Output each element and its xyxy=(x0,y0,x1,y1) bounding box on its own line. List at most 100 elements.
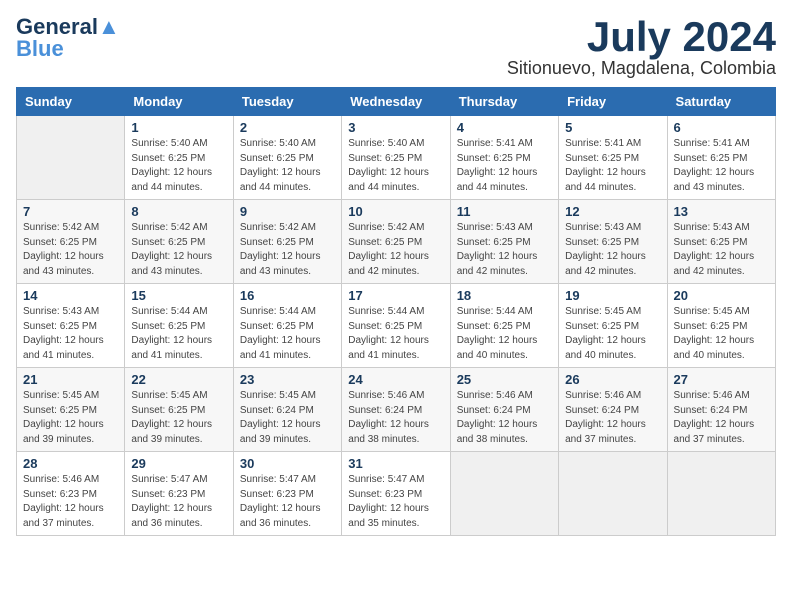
day-number: 5 xyxy=(565,120,660,135)
calendar-day-cell: 17Sunrise: 5:44 AMSunset: 6:25 PMDayligh… xyxy=(342,284,450,368)
calendar-day-cell: 23 Sunrise: 5:45 AMSunset: 6:24 PMDayligh… xyxy=(233,368,341,452)
day-info: Sunrise: 5:43 AMSunset: 6:25 PMDaylight:… xyxy=(23,305,118,363)
day-info: Sunrise: 5:47 AMSunset: 6:23 PMDaylight:… xyxy=(240,473,335,531)
calendar-day-cell: 27 Sunrise: 5:46 AMSunset: 6:24 PMDayligh… xyxy=(667,368,775,452)
weekday-header-row: SundayMondayTuesdayWednesdayThursdayFrid… xyxy=(17,88,776,116)
calendar-day-cell: 19Sunrise: 5:45 AMSunset: 6:25 PMDayligh… xyxy=(559,284,667,368)
calendar-day-cell: 6 Sunrise: 5:41 AMSunset: 6:25 PMDaylight… xyxy=(667,116,775,200)
day-number: 15 xyxy=(131,288,226,303)
weekday-header-wednesday: Wednesday xyxy=(342,88,450,116)
calendar-week-row: 21 Sunrise: 5:45 AMSunset: 6:25 PMDayligh… xyxy=(17,368,776,452)
day-info: Sunrise: 5:44 AMSunset: 6:25 PMDaylight:… xyxy=(240,305,335,363)
day-number: 6 xyxy=(674,120,769,135)
day-info: Sunrise: 5:45 AMSunset: 6:24 PMDaylight:… xyxy=(240,389,335,447)
day-number: 13 xyxy=(674,204,769,219)
day-number: 20 xyxy=(674,288,769,303)
calendar-day-cell: 22 Sunrise: 5:45 AMSunset: 6:25 PMDayligh… xyxy=(125,368,233,452)
day-info: Sunrise: 5:42 AMSunset: 6:25 PMDaylight:… xyxy=(240,221,335,279)
calendar-day-cell: 25 Sunrise: 5:46 AMSunset: 6:24 PMDayligh… xyxy=(450,368,558,452)
day-number: 27 xyxy=(674,372,769,387)
day-number: 21 xyxy=(23,372,118,387)
logo-blue-text: Blue xyxy=(16,36,64,61)
calendar-day-cell: 12 Sunrise: 5:43 AMSunset: 6:25 PMDayligh… xyxy=(559,200,667,284)
day-info: Sunrise: 5:40 AMSunset: 6:25 PMDaylight:… xyxy=(131,137,226,195)
calendar-week-row: 1 Sunrise: 5:40 AMSunset: 6:25 PMDaylight… xyxy=(17,116,776,200)
weekday-header-thursday: Thursday xyxy=(450,88,558,116)
calendar-day-cell: 24 Sunrise: 5:46 AMSunset: 6:24 PMDayligh… xyxy=(342,368,450,452)
calendar-table: SundayMondayTuesdayWednesdayThursdayFrid… xyxy=(16,87,776,536)
day-number: 2 xyxy=(240,120,335,135)
day-number: 7 xyxy=(23,204,118,219)
calendar-day-cell: 10Sunrise: 5:42 AMSunset: 6:25 PMDayligh… xyxy=(342,200,450,284)
calendar-week-row: 28 Sunrise: 5:46 AMSunset: 6:23 PMDayligh… xyxy=(17,452,776,536)
day-info: Sunrise: 5:43 AMSunset: 6:25 PMDaylight:… xyxy=(674,221,769,279)
day-number: 29 xyxy=(131,456,226,471)
day-info: Sunrise: 5:41 AMSunset: 6:25 PMDaylight:… xyxy=(457,137,552,195)
day-number: 18 xyxy=(457,288,552,303)
day-number: 17 xyxy=(348,288,443,303)
empty-day-cell xyxy=(559,452,667,536)
logo-blue: ▲ xyxy=(98,14,120,39)
day-number: 8 xyxy=(131,204,226,219)
calendar-day-cell: 3Sunrise: 5:40 AMSunset: 6:25 PMDaylight… xyxy=(342,116,450,200)
day-number: 4 xyxy=(457,120,552,135)
calendar-day-cell: 30 Sunrise: 5:47 AMSunset: 6:23 PMDayligh… xyxy=(233,452,341,536)
calendar-day-cell: 26Sunrise: 5:46 AMSunset: 6:24 PMDayligh… xyxy=(559,368,667,452)
empty-day-cell xyxy=(17,116,125,200)
day-info: Sunrise: 5:41 AMSunset: 6:25 PMDaylight:… xyxy=(674,137,769,195)
day-number: 16 xyxy=(240,288,335,303)
weekday-header-sunday: Sunday xyxy=(17,88,125,116)
calendar-day-cell: 31Sunrise: 5:47 AMSunset: 6:23 PMDayligh… xyxy=(342,452,450,536)
calendar-day-cell: 13 Sunrise: 5:43 AMSunset: 6:25 PMDayligh… xyxy=(667,200,775,284)
day-number: 23 xyxy=(240,372,335,387)
calendar-day-cell: 28 Sunrise: 5:46 AMSunset: 6:23 PMDayligh… xyxy=(17,452,125,536)
month-year-title: July 2024 xyxy=(507,16,776,58)
calendar-day-cell: 14Sunrise: 5:43 AMSunset: 6:25 PMDayligh… xyxy=(17,284,125,368)
day-number: 24 xyxy=(348,372,443,387)
day-info: Sunrise: 5:46 AMSunset: 6:23 PMDaylight:… xyxy=(23,473,118,531)
calendar-day-cell: 16 Sunrise: 5:44 AMSunset: 6:25 PMDayligh… xyxy=(233,284,341,368)
weekday-header-tuesday: Tuesday xyxy=(233,88,341,116)
calendar-day-cell: 18Sunrise: 5:44 AMSunset: 6:25 PMDayligh… xyxy=(450,284,558,368)
day-info: Sunrise: 5:46 AMSunset: 6:24 PMDaylight:… xyxy=(348,389,443,447)
day-info: Sunrise: 5:44 AMSunset: 6:25 PMDaylight:… xyxy=(131,305,226,363)
calendar-day-cell: 7 Sunrise: 5:42 AMSunset: 6:25 PMDaylight… xyxy=(17,200,125,284)
day-info: Sunrise: 5:45 AMSunset: 6:25 PMDaylight:… xyxy=(565,305,660,363)
page-header: General▲Blue July 2024 Sitionuevo, Magda… xyxy=(16,16,776,79)
calendar-day-cell: 9 Sunrise: 5:42 AMSunset: 6:25 PMDaylight… xyxy=(233,200,341,284)
day-info: Sunrise: 5:42 AMSunset: 6:25 PMDaylight:… xyxy=(23,221,118,279)
day-number: 31 xyxy=(348,456,443,471)
day-number: 22 xyxy=(131,372,226,387)
calendar-week-row: 7 Sunrise: 5:42 AMSunset: 6:25 PMDaylight… xyxy=(17,200,776,284)
day-number: 9 xyxy=(240,204,335,219)
weekday-header-saturday: Saturday xyxy=(667,88,775,116)
calendar-day-cell: 11Sunrise: 5:43 AMSunset: 6:25 PMDayligh… xyxy=(450,200,558,284)
calendar-day-cell: 4 Sunrise: 5:41 AMSunset: 6:25 PMDaylight… xyxy=(450,116,558,200)
day-number: 26 xyxy=(565,372,660,387)
day-number: 30 xyxy=(240,456,335,471)
day-info: Sunrise: 5:42 AMSunset: 6:25 PMDaylight:… xyxy=(131,221,226,279)
location-subtitle: Sitionuevo, Magdalena, Colombia xyxy=(507,58,776,79)
weekday-header-monday: Monday xyxy=(125,88,233,116)
calendar-day-cell: 29Sunrise: 5:47 AMSunset: 6:23 PMDayligh… xyxy=(125,452,233,536)
day-number: 28 xyxy=(23,456,118,471)
title-area: July 2024 Sitionuevo, Magdalena, Colombi… xyxy=(507,16,776,79)
calendar-day-cell: 21Sunrise: 5:45 AMSunset: 6:25 PMDayligh… xyxy=(17,368,125,452)
day-number: 25 xyxy=(457,372,552,387)
calendar-day-cell: 8 Sunrise: 5:42 AMSunset: 6:25 PMDaylight… xyxy=(125,200,233,284)
logo: General▲Blue xyxy=(16,16,120,60)
day-number: 3 xyxy=(348,120,443,135)
day-number: 1 xyxy=(131,120,226,135)
weekday-header-friday: Friday xyxy=(559,88,667,116)
day-number: 12 xyxy=(565,204,660,219)
empty-day-cell xyxy=(667,452,775,536)
logo-text: General▲Blue xyxy=(16,16,120,60)
calendar-day-cell: 20Sunrise: 5:45 AMSunset: 6:25 PMDayligh… xyxy=(667,284,775,368)
day-info: Sunrise: 5:45 AMSunset: 6:25 PMDaylight:… xyxy=(131,389,226,447)
calendar-day-cell: 5Sunrise: 5:41 AMSunset: 6:25 PMDaylight… xyxy=(559,116,667,200)
day-info: Sunrise: 5:42 AMSunset: 6:25 PMDaylight:… xyxy=(348,221,443,279)
calendar-week-row: 14Sunrise: 5:43 AMSunset: 6:25 PMDayligh… xyxy=(17,284,776,368)
day-info: Sunrise: 5:43 AMSunset: 6:25 PMDaylight:… xyxy=(565,221,660,279)
day-info: Sunrise: 5:46 AMSunset: 6:24 PMDaylight:… xyxy=(674,389,769,447)
day-info: Sunrise: 5:46 AMSunset: 6:24 PMDaylight:… xyxy=(457,389,552,447)
